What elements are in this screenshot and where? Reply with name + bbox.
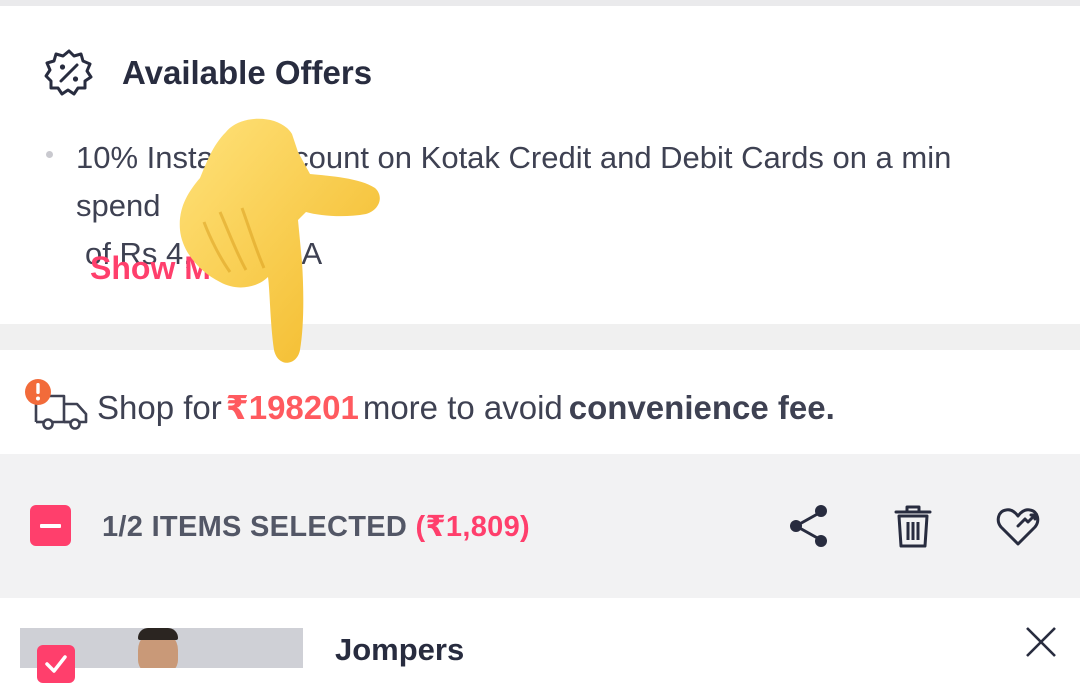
item-checkbox[interactable] <box>37 645 75 683</box>
model-hair <box>138 628 178 640</box>
offers-title: Available Offers <box>122 54 373 91</box>
discount-badge-icon <box>44 49 93 96</box>
fee-prefix: Shop for <box>97 389 222 426</box>
section-divider <box>0 324 1080 350</box>
selection-label: 1/2 ITEMS SELECTED <box>102 511 408 543</box>
wishlist-icon[interactable] <box>994 502 1042 550</box>
check-icon <box>45 655 67 673</box>
fee-bold-text: convenience fee. <box>568 389 835 426</box>
bullet-dot <box>46 151 53 158</box>
deselect-all-checkbox[interactable] <box>30 505 71 546</box>
item-title[interactable]: Jompers <box>335 632 464 668</box>
convenience-fee-notice: Shop for ₹198201 more to avoid convenience … <box>0 350 1080 454</box>
fee-message: Shop for ₹198201 more to avoid convenience … <box>97 388 835 427</box>
delete-icon[interactable] <box>889 502 937 550</box>
selection-price: (₹1,809) <box>415 511 530 543</box>
delivery-truck-alert-icon <box>25 379 88 430</box>
fee-middle: more to avoid <box>362 389 563 426</box>
selection-summary: 1/2 ITEMS SELECTED (₹1,809) <box>102 509 530 544</box>
fee-amount: ₹198201 <box>225 389 359 426</box>
cart-item: Jompers <box>0 598 1080 683</box>
available-offers-section: Available Offers 10% Instant Discount on… <box>0 6 1080 324</box>
share-icon[interactable] <box>785 502 833 550</box>
offer-line-1: 10% Instant Discount on Kotak Credit and… <box>76 140 952 223</box>
show-more-link[interactable]: Show More <box>90 250 261 287</box>
remove-item-icon[interactable] <box>1024 625 1058 659</box>
selection-bar: 1/2 ITEMS SELECTED (₹1,809) <box>0 454 1080 598</box>
